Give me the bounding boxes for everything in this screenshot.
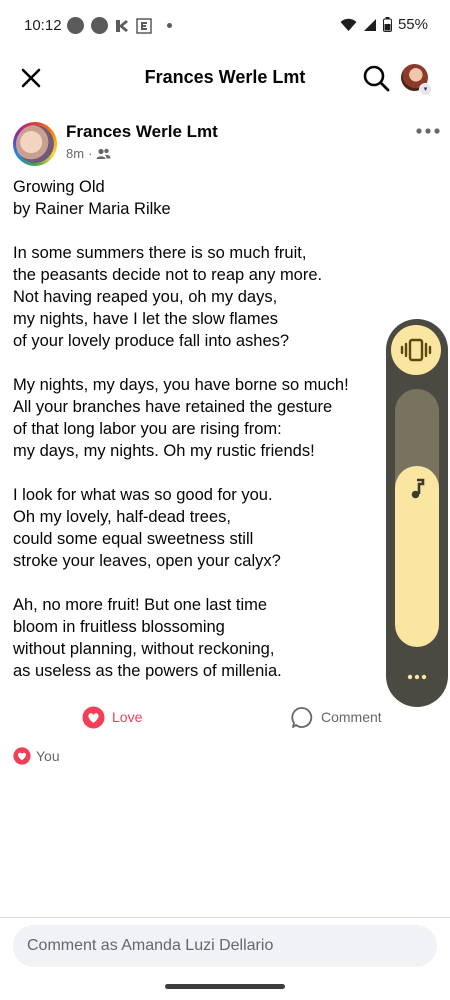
more-options-icon[interactable] [415, 124, 441, 138]
search-icon[interactable] [361, 63, 391, 93]
poem-line: by Rainer Maria Rilke [13, 200, 171, 218]
poem-stanza: I look for what was so good for you. Oh m… [13, 484, 383, 572]
notification-icons [67, 17, 172, 34]
notification-dot-icon [67, 17, 84, 34]
app-k-icon [116, 19, 128, 32]
system-icons: 55% [340, 16, 428, 33]
status-time: 10:12 [24, 17, 62, 34]
cell-signal-icon [363, 18, 376, 31]
volume-slider[interactable] [395, 389, 439, 647]
post-time[interactable]: 8m [66, 146, 84, 161]
friends-icon[interactable] [96, 148, 111, 160]
heart-icon [13, 747, 31, 765]
wifi-icon [340, 18, 357, 31]
heart-icon [82, 706, 105, 728]
poem-line: Ah, no more fruit! But one last time [13, 596, 268, 614]
music-note-icon [411, 478, 425, 499]
status-bar: 10:12 55% [0, 0, 450, 52]
poem-line: could some equal sweetness still [13, 530, 254, 548]
poem-line: of your lovely produce fall into ashes? [13, 332, 290, 350]
ringer-mode-button[interactable] [391, 325, 441, 375]
notification-dot-icon [91, 17, 108, 34]
post-author-avatar[interactable] [16, 125, 54, 163]
poem-stanza: My nights, my days, you have borne so mu… [13, 374, 383, 462]
app-e-icon [136, 17, 152, 34]
poem-line: Oh my lovely, half-dead trees, [13, 508, 231, 526]
comment-label: Comment [321, 709, 382, 725]
comment-button[interactable]: Comment [291, 705, 382, 729]
post-text: Growing Old by Rainer Maria Rilke In some … [13, 176, 383, 704]
poem-stanza: Growing Old by Rainer Maria Rilke [13, 176, 383, 220]
poem-line: my days, my nights. Oh my rustic friends… [13, 442, 315, 460]
poem-line: my nights, have I let the slow flames [13, 310, 279, 328]
more-options-icon[interactable] [406, 670, 428, 684]
poem-line: stroke your leaves, open your calyx? [13, 552, 281, 570]
poem-line: My nights, my days, you have borne so mu… [13, 376, 349, 394]
home-indicator[interactable] [165, 984, 285, 989]
love-label: Love [112, 709, 143, 725]
battery-percent: 55% [397, 16, 428, 33]
battery-icon [382, 17, 392, 32]
poem-line: of that long labor you are rising from: [13, 420, 282, 438]
chevron-down-icon[interactable]: ▾ [419, 83, 432, 96]
poem-line: Not having reaped you, oh my days, [13, 288, 278, 306]
comment-icon [291, 706, 313, 728]
poem-line: I look for what was so good for you. [13, 486, 273, 504]
poem-line: without planning, without reckoning, [13, 640, 275, 658]
post-author-name[interactable]: Frances Werle Lmt [66, 122, 218, 142]
poem-stanza: In some summers there is so much fruit, t… [13, 242, 383, 352]
poem-line: In some summers there is so much fruit, [13, 244, 307, 262]
poem-line: bloom in fruitless blossoming [13, 618, 225, 636]
love-button[interactable]: Love [82, 705, 142, 729]
vibrate-icon [400, 338, 432, 362]
poem-line: as useless as the powers of millenia. [13, 662, 282, 680]
poem-line: the peasants decide not to reap any more… [13, 266, 323, 284]
post-meta: 8m · [66, 146, 111, 161]
poem-line: Growing Old [13, 178, 105, 196]
reaction-summary[interactable]: You [13, 746, 60, 766]
poem-stanza: Ah, no more fruit! But one last time bloo… [13, 594, 383, 682]
top-app-bar: Frances Werle Lmt ▾ [0, 52, 450, 104]
comment-input[interactable] [13, 925, 437, 967]
more-notifications-icon [167, 23, 172, 28]
poem-line: All your branches have retained the gest… [13, 398, 333, 416]
reacted-by-label: You [36, 748, 60, 764]
meta-separator: · [88, 146, 93, 161]
composer-divider [0, 917, 450, 918]
